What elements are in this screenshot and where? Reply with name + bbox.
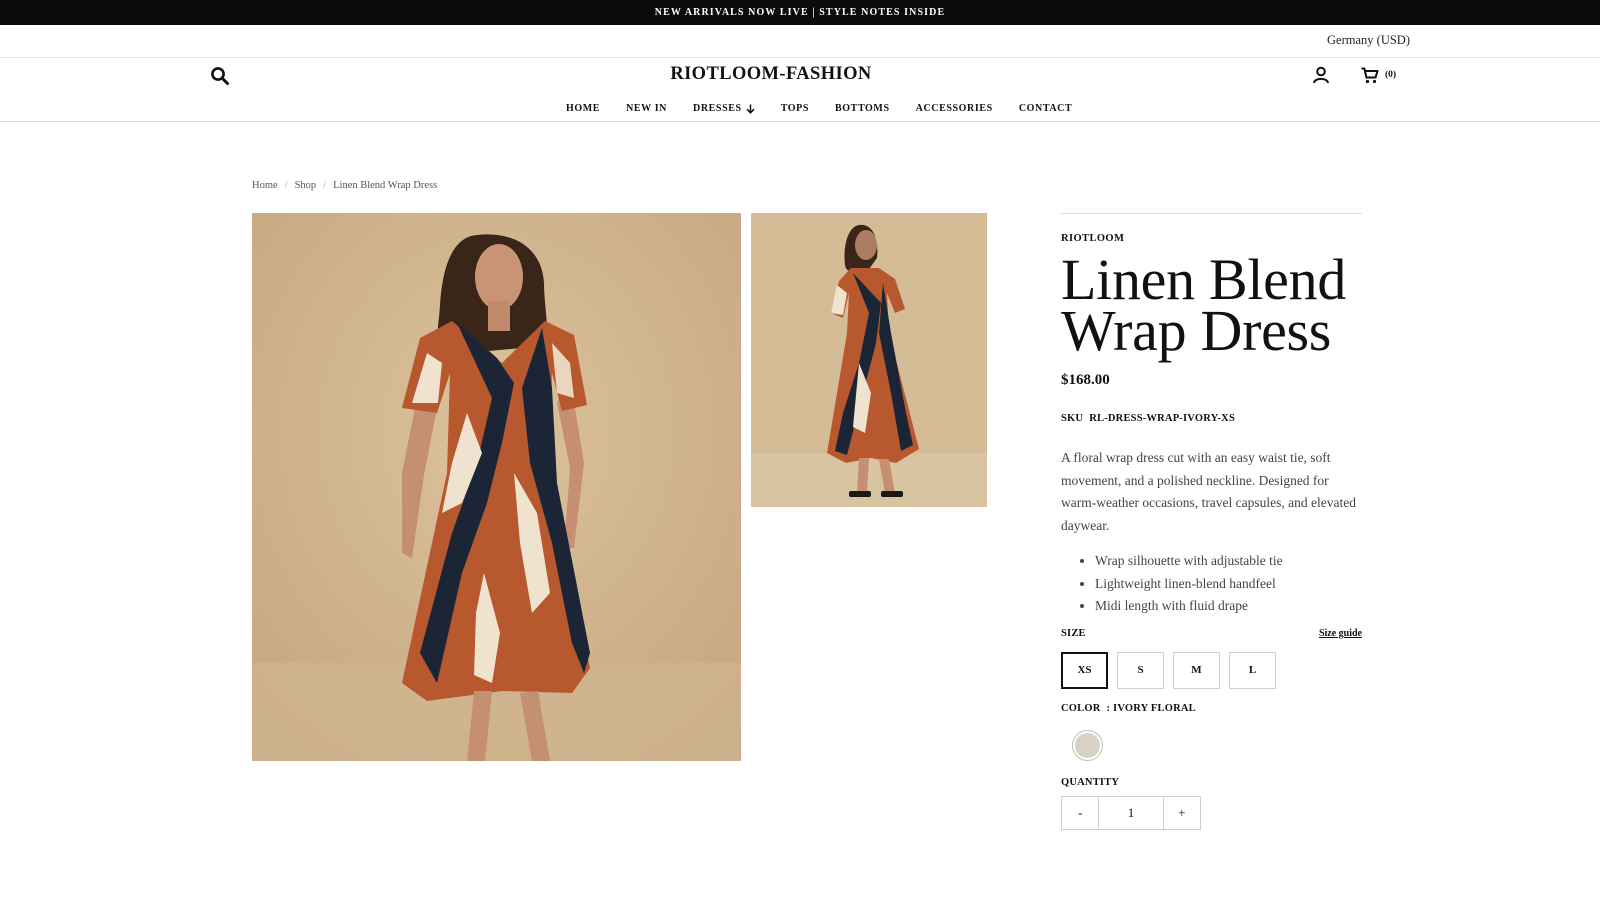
color-swatch-ivory-floral[interactable] bbox=[1072, 729, 1103, 761]
quantity-increase-button[interactable]: + bbox=[1164, 797, 1200, 829]
size-option-xs[interactable]: XS bbox=[1061, 651, 1108, 689]
nav-item-new-in[interactable]: NEW IN bbox=[626, 103, 667, 114]
breadcrumb-home[interactable]: Home bbox=[252, 180, 278, 191]
feature-list: Wrap silhouette with adjustable tie Ligh… bbox=[1061, 550, 1362, 618]
cart-count: (0) bbox=[1385, 70, 1397, 80]
breadcrumb: Home / Shop / Linen Blend Wrap Dress bbox=[252, 180, 437, 191]
size-option-l[interactable]: L bbox=[1229, 651, 1276, 689]
size-guide-link[interactable]: Size guide bbox=[1319, 628, 1362, 639]
quantity-input[interactable]: 1 bbox=[1098, 796, 1164, 829]
quantity-label: QUANTITY bbox=[1061, 776, 1120, 788]
breadcrumb-separator: / bbox=[323, 180, 327, 191]
announcement-bar: NEW ARRIVALS NOW LIVE | STYLE NOTES INSI… bbox=[0, 0, 1600, 25]
utility-bar: Germany (USD) bbox=[0, 25, 1600, 58]
product-sku: SKU RL-DRESS-WRAP-IVORY-XS bbox=[1061, 413, 1362, 424]
swatch-fill bbox=[1075, 732, 1100, 758]
nav-item-home[interactable]: HOME bbox=[566, 103, 600, 114]
size-options: XS S M L bbox=[1061, 651, 1362, 689]
product-brand: RIOTLOOM bbox=[1061, 233, 1125, 244]
arrow-down-icon bbox=[746, 104, 755, 114]
account-button[interactable] bbox=[1312, 66, 1332, 86]
feature-item: Midi length with fluid drape bbox=[1095, 595, 1362, 618]
user-icon bbox=[1313, 66, 1329, 84]
product-image-thumbnail[interactable] bbox=[751, 213, 987, 507]
feature-item: Lightweight linen-blend handfeel bbox=[1095, 573, 1362, 596]
locale-selector[interactable]: Germany (USD) bbox=[1327, 33, 1410, 48]
divider bbox=[1061, 213, 1362, 214]
main-nav: HOME NEW IN DRESSES TOPS BOTTOMS ACCESSO… bbox=[566, 103, 1072, 114]
product-photo-front bbox=[252, 213, 741, 761]
product-photo-back bbox=[751, 213, 987, 507]
cart-button[interactable]: (0) bbox=[1361, 65, 1396, 85]
nav-item-dresses-label: DRESSES bbox=[693, 103, 742, 114]
product-info: RIOTLOOM Linen Blend Wrap Dress $168.00 … bbox=[1061, 213, 1362, 830]
size-option-m[interactable]: M bbox=[1173, 651, 1220, 689]
nav-item-contact[interactable]: CONTACT bbox=[1019, 103, 1072, 114]
color-header: COLOR : IVORY FLORAL bbox=[1061, 703, 1362, 714]
breadcrumb-shop[interactable]: Shop bbox=[295, 180, 317, 191]
sku-value: RL-DRESS-WRAP-IVORY-XS bbox=[1089, 413, 1235, 424]
site-logo[interactable]: RIOTLOOM-FASHION bbox=[0, 64, 1542, 85]
feature-item: Wrap silhouette with adjustable tie bbox=[1095, 550, 1362, 573]
product-price: $168.00 bbox=[1061, 372, 1110, 388]
color-value: : IVORY FLORAL bbox=[1106, 702, 1196, 714]
nav-item-accessories[interactable]: ACCESSORIES bbox=[916, 103, 993, 114]
breadcrumb-current: Linen Blend Wrap Dress bbox=[333, 180, 438, 191]
nav-item-dresses[interactable]: DRESSES bbox=[693, 103, 755, 114]
product-description: A floral wrap dress cut with an easy wai… bbox=[1061, 450, 1356, 534]
product-image-main[interactable] bbox=[252, 213, 741, 761]
size-header: SIZE Size guide bbox=[1061, 628, 1362, 639]
breadcrumb-separator: / bbox=[284, 180, 288, 191]
sku-label: SKU bbox=[1061, 413, 1084, 424]
product-title: Linen Blend Wrap Dress bbox=[1061, 247, 1347, 363]
size-option-s[interactable]: S bbox=[1117, 651, 1164, 689]
nav-item-tops[interactable]: TOPS bbox=[781, 103, 809, 114]
quantity-stepper: - 1 + bbox=[1061, 795, 1201, 830]
color-label: COLOR bbox=[1061, 702, 1101, 714]
quantity-decrease-button[interactable]: - bbox=[1062, 797, 1098, 829]
site-header: RIOTLOOM-FASHION (0) HOME NEW IN DRESSES… bbox=[0, 58, 1600, 122]
size-label: SIZE bbox=[1061, 627, 1086, 639]
cart-icon bbox=[1361, 67, 1379, 83]
nav-item-bottoms[interactable]: BOTTOMS bbox=[835, 103, 890, 114]
